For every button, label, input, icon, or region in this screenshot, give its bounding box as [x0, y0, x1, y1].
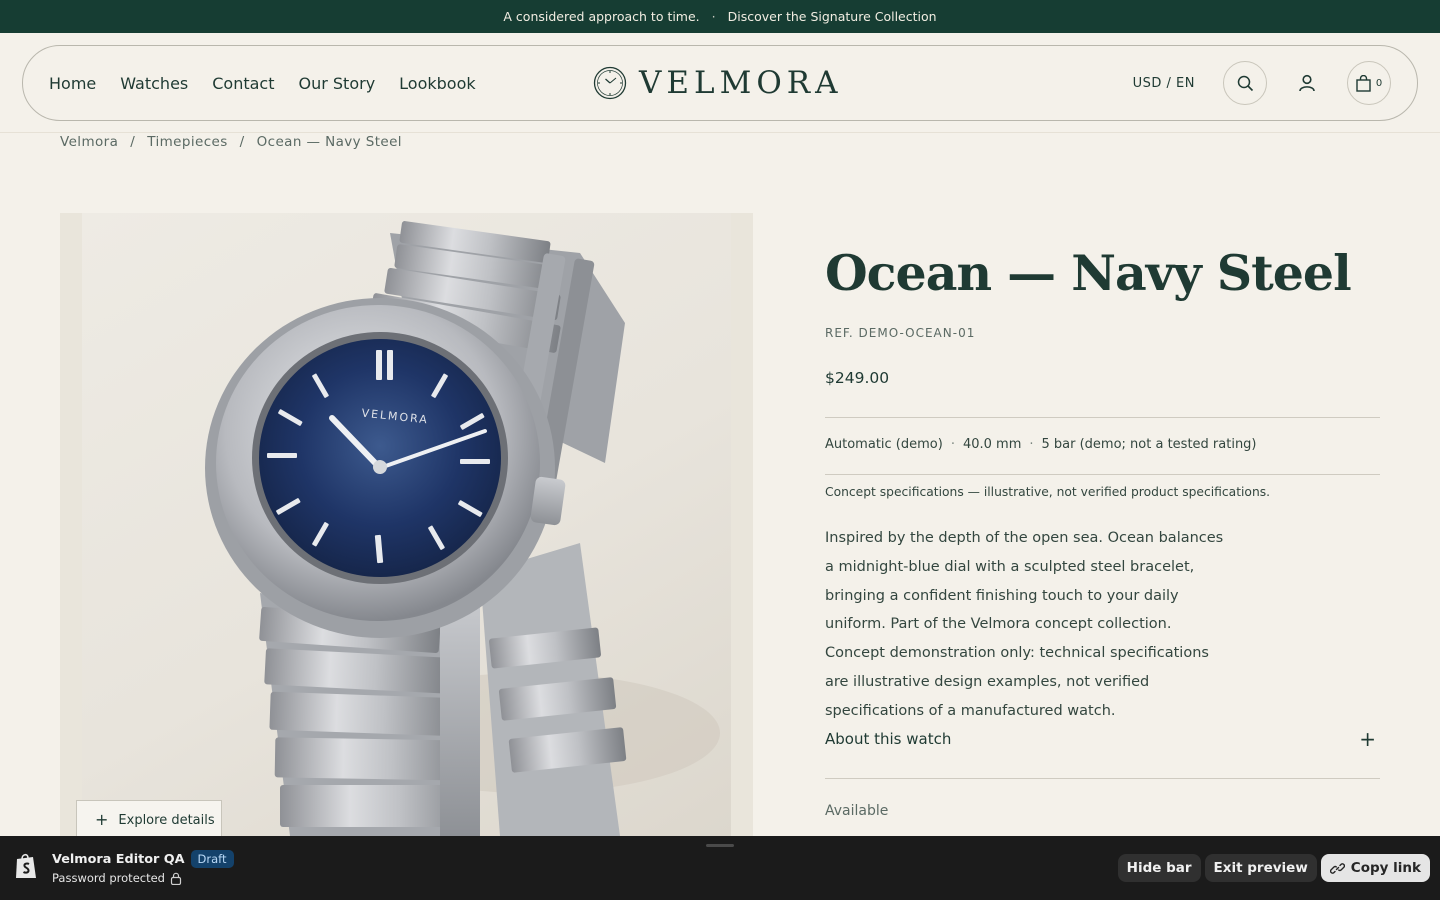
brand-logo[interactable]: VELMORA: [593, 64, 843, 102]
breadcrumb-item[interactable]: Timepieces: [147, 134, 227, 150]
breadcrumb-separator: /: [239, 134, 245, 150]
cart-button[interactable]: 0: [1347, 61, 1391, 105]
product-image: VELMORA: [205, 221, 720, 836]
product-price: $249.00: [825, 369, 890, 387]
spec-diameter: 40.0 mm: [962, 437, 1022, 452]
copy-link-label: Copy link: [1350, 860, 1421, 876]
store-title: Velmora Editor QA Draft: [52, 850, 234, 868]
shopify-bag-icon: [16, 853, 36, 878]
watch-face-icon: [593, 66, 627, 100]
nav-watches[interactable]: Watches: [120, 74, 188, 93]
hide-bar-button[interactable]: Hide bar: [1117, 854, 1201, 882]
spec-movement: Automatic (demo): [825, 437, 943, 452]
link-icon: [1329, 862, 1345, 874]
nav-home[interactable]: Home: [49, 74, 96, 93]
protection-status: Password protected: [52, 871, 182, 885]
account-button[interactable]: [1293, 61, 1321, 105]
nav-contact[interactable]: Contact: [212, 74, 274, 93]
store-name: Velmora Editor QA: [52, 851, 185, 867]
site-header: Home Watches Contact Our Story Lookbook …: [22, 45, 1418, 121]
accordion-label: About this watch: [825, 730, 952, 748]
divider: [825, 417, 1380, 418]
breadcrumb: Velmora / Timepieces / Ocean — Navy Stee…: [60, 134, 402, 150]
search-icon: [1237, 75, 1253, 91]
exit-preview-button[interactable]: Exit preview: [1204, 854, 1317, 882]
spec-separator: ·: [1029, 437, 1034, 452]
announcement-separator: ·: [711, 9, 716, 24]
about-accordion[interactable]: About this watch +: [825, 724, 1380, 754]
product-description: Inspired by the depth of the open sea. O…: [825, 530, 1224, 719]
explore-details-label: Explore details: [118, 812, 215, 828]
announcement-bar: A considered approach to time. · Discove…: [0, 0, 1440, 33]
lock-icon: [170, 872, 182, 885]
main-nav: Home Watches Contact Our Story Lookbook: [49, 46, 476, 120]
expand-plus-icon: +: [1359, 727, 1376, 751]
nav-lookbook[interactable]: Lookbook: [399, 74, 475, 93]
header-actions: USD / EN 0: [1133, 60, 1391, 106]
product-title: Ocean — Navy Steel: [825, 244, 1352, 302]
spec-separator: ·: [950, 437, 955, 452]
specs-disclaimer: Concept specifications — illustrative, n…: [825, 485, 1271, 499]
drag-handle[interactable]: [706, 844, 734, 847]
announcement-link[interactable]: Discover the Signature Collection: [728, 9, 937, 24]
nav-our-story[interactable]: Our Story: [299, 74, 376, 93]
availability-status: Available: [825, 803, 889, 819]
shopping-bag-icon: [1356, 74, 1371, 92]
product-gallery[interactable]: VELMORA + Explore details: [60, 213, 753, 836]
divider: [825, 778, 1380, 779]
preview-admin-bar: Velmora Editor QA Draft Password protect…: [0, 836, 1440, 900]
product-specs: Automatic (demo) · 40.0 mm · 5 bar (demo…: [825, 437, 1257, 452]
explore-details-button[interactable]: + Explore details: [76, 800, 222, 836]
copy-link-button[interactable]: Copy link: [1320, 854, 1430, 882]
divider: [825, 474, 1380, 475]
announcement-text: A considered approach to time.: [503, 9, 700, 24]
status-badge: Draft: [190, 850, 234, 868]
plus-icon: +: [95, 809, 109, 829]
breadcrumb-separator: /: [130, 134, 136, 150]
brand-name: VELMORA: [639, 65, 843, 101]
spec-water-resistance: 5 bar (demo; not a tested rating): [1041, 437, 1257, 452]
user-icon: [1299, 74, 1315, 92]
header-band: Home Watches Contact Our Story Lookbook …: [0, 33, 1440, 133]
breadcrumb-current: Ocean — Navy Steel: [256, 134, 402, 150]
breadcrumb-item[interactable]: Velmora: [60, 134, 118, 150]
search-button[interactable]: [1223, 61, 1267, 105]
cart-count: 0: [1375, 77, 1383, 89]
protection-label: Password protected: [52, 871, 165, 885]
product-ref: REF. DEMO-OCEAN-01: [825, 326, 976, 340]
admin-actions: Hide bar Exit preview Copy link: [1117, 854, 1430, 882]
locale-selector[interactable]: USD / EN: [1133, 76, 1195, 91]
